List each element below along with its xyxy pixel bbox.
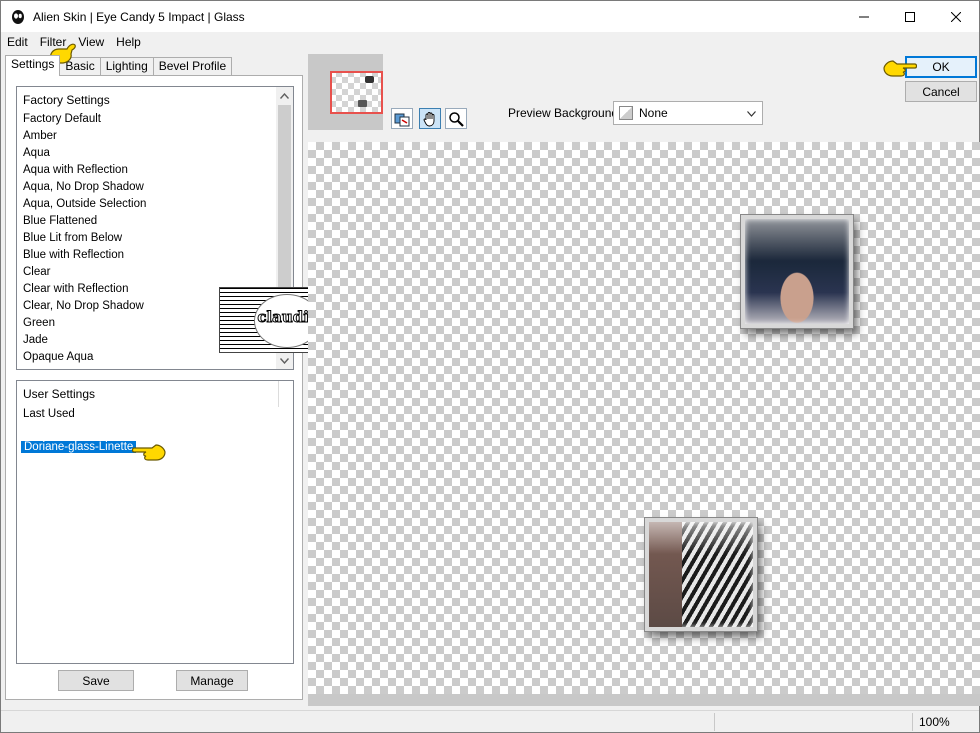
tab-settings[interactable]: Settings	[5, 55, 61, 76]
thumbnail-view-frame[interactable]	[330, 71, 383, 114]
close-button[interactable]	[933, 1, 979, 32]
zoom-tool-button[interactable]	[445, 108, 467, 129]
scroll-down-button[interactable]	[276, 352, 293, 369]
settings-panel: Factory Settings Factory Default Amber A…	[5, 75, 303, 700]
list-item[interactable]: Last Used	[23, 408, 75, 420]
chevron-down-icon	[747, 111, 756, 117]
navigator-thumbnail[interactable]	[308, 54, 383, 130]
status-message	[714, 713, 912, 731]
list-item[interactable]: Clear, No Drop Shadow	[23, 300, 144, 312]
preview-background-value: None	[639, 106, 668, 120]
list-item[interactable]: Opaque Aqua	[23, 351, 93, 363]
background-swatch	[619, 106, 633, 120]
user-settings-heading: User Settings	[23, 387, 96, 401]
list-item[interactable]: Blue Flattened	[23, 215, 97, 227]
list-item[interactable]: Aqua, Outside Selection	[23, 198, 146, 210]
save-button[interactable]: Save	[58, 670, 134, 691]
glass-highlight	[745, 219, 849, 261]
pointing-hand-icon	[132, 444, 166, 461]
preview-background-label: Preview Background:	[508, 106, 622, 120]
manage-button[interactable]: Manage	[176, 670, 248, 691]
magnifier-icon	[449, 111, 464, 127]
preview-canvas[interactable]	[308, 142, 980, 694]
chevron-down-icon	[280, 357, 289, 364]
zoom-level: 100%	[912, 713, 978, 731]
list-item[interactable]: Aqua, No Drop Shadow	[23, 181, 144, 193]
list-item[interactable]: Aqua	[23, 147, 50, 159]
minimize-button[interactable]	[841, 1, 887, 32]
glass-highlight	[649, 522, 753, 554]
divider	[278, 381, 279, 407]
preview-background-select[interactable]: None	[613, 101, 763, 125]
scroll-thumb[interactable]	[278, 105, 291, 295]
alien-skin-logo-icon	[12, 9, 24, 24]
chevron-up-icon	[280, 92, 289, 99]
glass-photo-tile-portrait	[741, 215, 853, 328]
minimize-icon	[859, 16, 869, 17]
toggle-preview-button[interactable]	[391, 108, 413, 129]
selected-preset[interactable]: Doriane-glass-Linette	[21, 441, 137, 453]
hand-icon	[423, 111, 435, 126]
menu-help[interactable]: Help	[110, 32, 147, 52]
list-item[interactable]: Jade	[23, 334, 48, 346]
list-item[interactable]: Aqua with Reflection	[23, 164, 128, 176]
app-window: Alien Skin | Eye Candy 5 Impact | Glass …	[0, 0, 980, 733]
list-item[interactable]: Blue Lit from Below	[23, 232, 122, 244]
maximize-icon	[905, 11, 915, 22]
list-item[interactable]: Clear with Reflection	[23, 283, 128, 295]
tab-strip: Settings Basic Lighting Bevel Profile	[5, 55, 233, 76]
scroll-up-button[interactable]	[276, 87, 293, 104]
canvas-bottom-bar	[308, 694, 980, 706]
list-item[interactable]: Factory Default	[23, 113, 101, 125]
title-bar: Alien Skin | Eye Candy 5 Impact | Glass	[1, 1, 979, 32]
user-settings-list[interactable]: User Settings Last Used Doriane-glass-Li…	[16, 380, 294, 664]
menu-edit[interactable]: Edit	[1, 32, 34, 52]
list-item[interactable]: Clear	[23, 266, 50, 278]
list-item[interactable]: Green	[23, 317, 55, 329]
status-bar: 100%	[1, 710, 979, 732]
list-item[interactable]: Amber	[23, 130, 57, 142]
close-icon	[951, 11, 961, 22]
list-item[interactable]: Blue with Reflection	[23, 249, 124, 261]
factory-settings-heading: Factory Settings	[23, 93, 110, 107]
pointing-hand-icon	[883, 60, 917, 77]
glass-photo-tile-fabric	[645, 518, 757, 631]
window-title: Alien Skin | Eye Candy 5 Impact | Glass	[33, 9, 245, 24]
hand-tool-button[interactable]	[419, 108, 441, 129]
maximize-button[interactable]	[887, 1, 933, 32]
preview-toggle-icon	[394, 113, 410, 126]
cancel-button[interactable]: Cancel	[905, 81, 977, 102]
tab-lighting[interactable]: Lighting	[99, 57, 154, 76]
tab-bevel-profile[interactable]: Bevel Profile	[152, 57, 233, 76]
